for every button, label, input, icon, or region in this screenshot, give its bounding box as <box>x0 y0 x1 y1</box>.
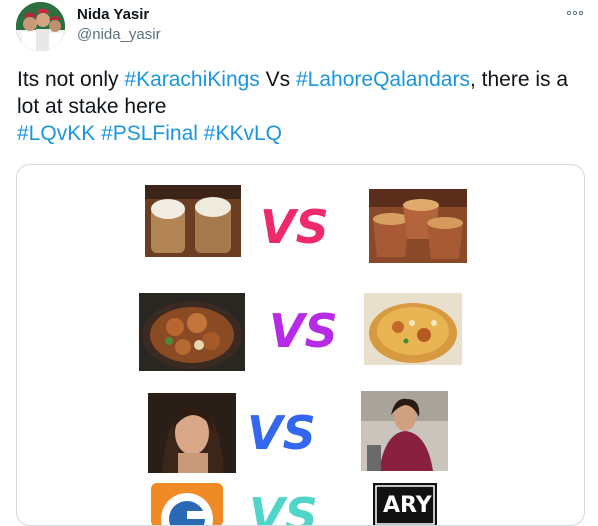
author-avatar[interactable] <box>16 2 65 51</box>
vs-text-3: VS <box>247 406 316 460</box>
vs-label-1: VS <box>260 200 329 254</box>
geo-logo <box>151 483 223 525</box>
ary-logo: ARY <box>373 483 437 525</box>
vs-text-2: VS <box>269 304 338 358</box>
author-name[interactable]: Nida Yasir <box>77 6 149 23</box>
ary-logo-text: ARY <box>383 493 433 518</box>
hashtag-lqvkk[interactable]: #LQvKK <box>17 122 95 145</box>
vs-label-4: VS <box>249 488 318 526</box>
hashtag-karachikings[interactable]: #KarachiKings <box>124 68 259 91</box>
vs-label-2: VS <box>269 304 338 358</box>
woman-portrait-photo <box>361 391 448 471</box>
doodh-patti-cups-photo <box>145 185 241 257</box>
chai-cups-photo <box>369 189 467 263</box>
hashtag-pslfinal[interactable]: #PSLFinal <box>101 122 198 145</box>
biryani-photo <box>364 293 462 365</box>
more-options-icon <box>566 10 584 16</box>
tweet: Nida Yasir @nida_yasir Its not only #Kar… <box>0 0 598 526</box>
tweet-text-part: Vs <box>259 68 296 91</box>
more-options-button[interactable] <box>566 4 584 20</box>
tweet-text: Its not only #KarachiKings Vs #LahoreQal… <box>17 66 587 147</box>
karahi-photo <box>139 293 245 371</box>
vs-text-1: VS <box>260 200 329 254</box>
vs-label-3: VS <box>247 406 316 460</box>
tweet-media-image[interactable]: VS VS VS VS ARY <box>16 164 585 526</box>
profile-photo-icon <box>16 2 65 51</box>
vs-text-4: VS <box>249 488 318 526</box>
hashtag-kkvlq[interactable]: #KKvLQ <box>204 122 282 145</box>
tweet-text-part: Its not only <box>17 68 125 91</box>
actress-portrait-photo <box>148 393 236 473</box>
author-handle[interactable]: @nida_yasir <box>77 26 161 43</box>
hashtag-lahoreqalandars[interactable]: #LahoreQalandars <box>296 68 470 91</box>
